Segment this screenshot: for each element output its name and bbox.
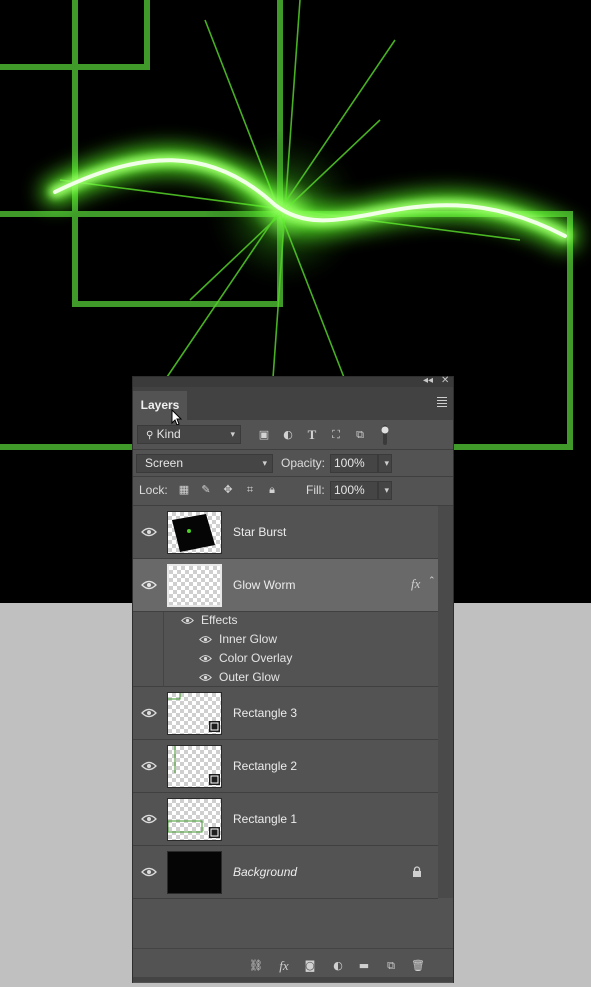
layer-name: Rectangle 2: [233, 759, 298, 773]
chevron-down-icon: ▾: [262, 458, 267, 468]
panel-title-bar[interactable]: ◂◂ ✕: [133, 375, 453, 387]
shape-filter-icon[interactable]: ⛶: [329, 428, 343, 442]
layer-thumbnail: [167, 564, 222, 607]
layer-row-rectangle-3[interactable]: Rectangle 3: [133, 687, 438, 740]
layer-thumbnail: [167, 511, 222, 554]
visibility-eye-icon[interactable]: [141, 814, 157, 824]
effects-group: Effects Inner Glow Color Overlay Outer G…: [133, 612, 438, 687]
layer-name: Glow Worm: [233, 578, 296, 592]
lock-image-pixels-icon[interactable]: ✎: [199, 483, 213, 497]
lock-position-icon[interactable]: ✥: [221, 483, 235, 497]
layer-name: Rectangle 1: [233, 812, 298, 826]
layers-scrollbar[interactable]: [438, 506, 453, 898]
lock-artboard-icon[interactable]: ⌗: [243, 483, 257, 497]
search-icon: ⚲: [146, 430, 154, 441]
trash-icon[interactable]: 🗑︎: [411, 959, 425, 973]
filter-row: ⚲ Kind ▾ ▣ ◐ T ⛶ ⧉: [133, 420, 453, 449]
visibility-eye-icon[interactable]: [141, 580, 157, 590]
collapse-panel-button[interactable]: ◂◂: [423, 375, 433, 386]
group-folder-icon[interactable]: ▬: [357, 959, 371, 973]
effects-header: Effects: [201, 613, 238, 627]
visibility-eye-icon[interactable]: [141, 527, 157, 537]
effect-color-overlay[interactable]: Color Overlay: [219, 651, 292, 665]
effect-inner-glow[interactable]: Inner Glow: [219, 632, 277, 646]
panel-menu-icon[interactable]: [437, 397, 447, 409]
layer-name: Rectangle 3: [233, 706, 298, 720]
kind-label: Kind: [156, 427, 181, 441]
opacity-dropdown-button[interactable]: ▾: [378, 454, 392, 473]
layers-panel: ◂◂ ✕ Layers ⚲ Kind ▾ ▣ ◐ T ⛶ ⧉ Screen ▾ …: [132, 375, 454, 983]
layer-name: Background: [233, 865, 298, 879]
lock-transparent-pixels-icon[interactable]: ▦: [177, 483, 191, 497]
lock-icon: [413, 866, 421, 877]
visibility-eye-icon[interactable]: [141, 867, 157, 877]
layer-thumbnail: [167, 798, 222, 841]
adjustment-filter-icon[interactable]: ◐: [281, 428, 295, 442]
smart-object-filter-icon[interactable]: ⧉: [353, 428, 367, 442]
pixel-filter-icon[interactable]: ▣: [257, 428, 271, 442]
chevron-down-icon: ▾: [384, 485, 389, 495]
blend-mode-value: Screen: [145, 456, 184, 470]
layer-row-rectangle-2[interactable]: Rectangle 2: [133, 740, 438, 793]
filter-toggle-icon[interactable]: [381, 425, 389, 445]
effects-eye-icon[interactable]: [181, 616, 194, 625]
kind-filter-dropdown[interactable]: ⚲ Kind ▾: [137, 425, 241, 444]
panel-tab-row: Layers: [133, 387, 453, 426]
type-filter-icon[interactable]: T: [305, 428, 319, 442]
link-layers-icon[interactable]: ⛓: [249, 959, 263, 973]
lock-row: Lock: ▦ ✎ ✥ ⌗ 🔒︎ Fill: 100% ▾: [133, 477, 453, 505]
lock-all-icon[interactable]: 🔒︎: [265, 483, 279, 497]
visibility-eye-icon[interactable]: [141, 708, 157, 718]
color-overlay-eye-icon[interactable]: [199, 654, 212, 663]
adjustment-icon[interactable]: ◐: [331, 959, 345, 973]
effect-outer-glow[interactable]: Outer Glow: [219, 670, 280, 684]
layer-name: Star Burst: [233, 525, 287, 539]
fx-badge[interactable]: fx: [411, 576, 420, 592]
fill-label: Fill:: [306, 483, 325, 497]
chevron-down-icon: ▾: [230, 429, 235, 439]
visibility-eye-icon[interactable]: [141, 761, 157, 771]
opacity-label: Opacity:: [281, 456, 326, 470]
lock-label: Lock:: [139, 483, 168, 497]
layer-row-background[interactable]: Background: [133, 846, 438, 899]
layer-row-rectangle-1[interactable]: Rectangle 1: [133, 793, 438, 846]
layer-thumbnail: [167, 745, 222, 788]
close-panel-button[interactable]: ✕: [441, 375, 449, 386]
outer-glow-eye-icon[interactable]: [199, 673, 212, 682]
new-layer-icon[interactable]: ⧉: [384, 959, 398, 973]
mask-icon[interactable]: ◙: [303, 959, 317, 973]
fill-dropdown-button[interactable]: ▾: [378, 481, 392, 500]
blend-row: Screen ▾ Opacity: 100% ▾: [133, 450, 453, 476]
panel-resize-grip[interactable]: [133, 977, 453, 982]
layer-row-star-burst[interactable]: Star Burst: [133, 506, 438, 559]
collapse-effects-icon[interactable]: ⌃: [428, 576, 436, 586]
opacity-input[interactable]: 100%: [330, 454, 378, 473]
blend-mode-dropdown[interactable]: Screen ▾: [136, 454, 273, 473]
layer-thumbnail: [167, 851, 222, 894]
layer-row-glow-worm[interactable]: Glow Worm fx ⌃: [133, 559, 438, 612]
fill-input[interactable]: 100%: [330, 481, 378, 500]
layer-thumbnail: [167, 692, 222, 735]
chevron-down-icon: ▾: [384, 458, 389, 468]
inner-glow-eye-icon[interactable]: [199, 635, 212, 644]
fx-icon[interactable]: fx: [277, 959, 291, 973]
